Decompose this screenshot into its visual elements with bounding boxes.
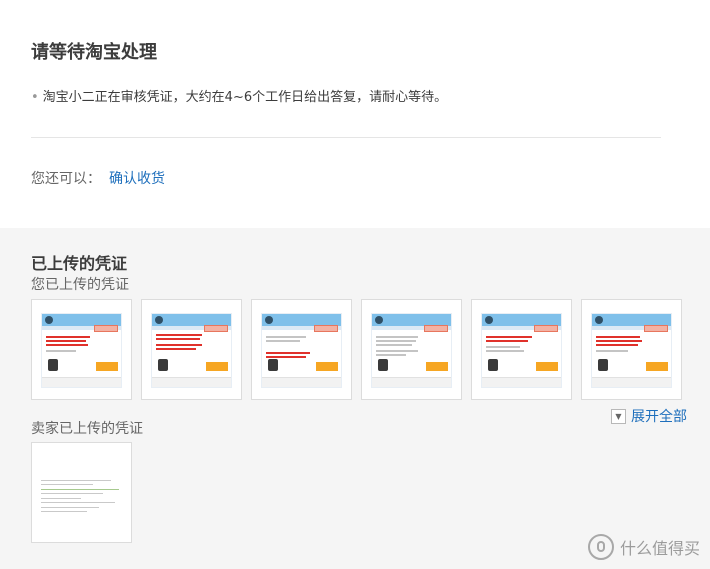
- actions-row: 您还可以： 确认收货: [31, 168, 165, 188]
- chevron-down-icon: ▼: [611, 408, 626, 424]
- actions-label: 您还可以：: [31, 171, 101, 187]
- watermark-text: 什么值得买: [619, 539, 700, 558]
- voucher-thumbnail[interactable]: [361, 299, 462, 400]
- seller-voucher-thumbnail[interactable]: [31, 442, 132, 543]
- page-title: 请等待淘宝处理: [31, 42, 157, 63]
- voucher-thumbnail[interactable]: [141, 299, 242, 400]
- chat-screenshot-image: [41, 313, 122, 388]
- chat-screenshot-image: [151, 313, 232, 388]
- seller-vouchers-title: 卖家已上传的凭证: [31, 421, 143, 437]
- expand-all-button[interactable]: ▼ 展开全部: [611, 406, 687, 426]
- vouchers-section-title: 已上传的凭证: [31, 254, 128, 273]
- chat-screenshot-image: [261, 313, 342, 388]
- voucher-thumbnail[interactable]: [581, 299, 682, 400]
- chat-screenshot-image: [591, 313, 672, 388]
- watermark: 什么值得买: [587, 534, 700, 560]
- review-notice-text: 淘宝小二正在审核凭证，大约在4~6个工作日给出答复，请耐心等待。: [42, 90, 448, 105]
- voucher-thumbnail[interactable]: [251, 299, 352, 400]
- buyer-vouchers-title: 您已上传的凭证: [31, 277, 129, 293]
- voucher-thumbnail[interactable]: [471, 299, 572, 400]
- voucher-thumbnail[interactable]: [31, 299, 132, 400]
- chat-screenshot-image: [481, 313, 562, 388]
- chat-screenshot-image: [371, 313, 452, 388]
- document-image: [41, 480, 123, 516]
- bullet-icon: •: [31, 90, 39, 105]
- review-notice: • 淘宝小二正在审核凭证，大约在4~6个工作日给出答复，请耐心等待。: [31, 86, 447, 105]
- status-panel: 请等待淘宝处理 • 淘宝小二正在审核凭证，大约在4~6个工作日给出答复，请耐心等待…: [0, 0, 710, 228]
- divider: [31, 137, 661, 138]
- confirm-receipt-link[interactable]: 确认收货: [109, 171, 165, 187]
- expand-all-label: 展开全部: [631, 409, 687, 425]
- smzdm-logo-icon: [587, 534, 614, 560]
